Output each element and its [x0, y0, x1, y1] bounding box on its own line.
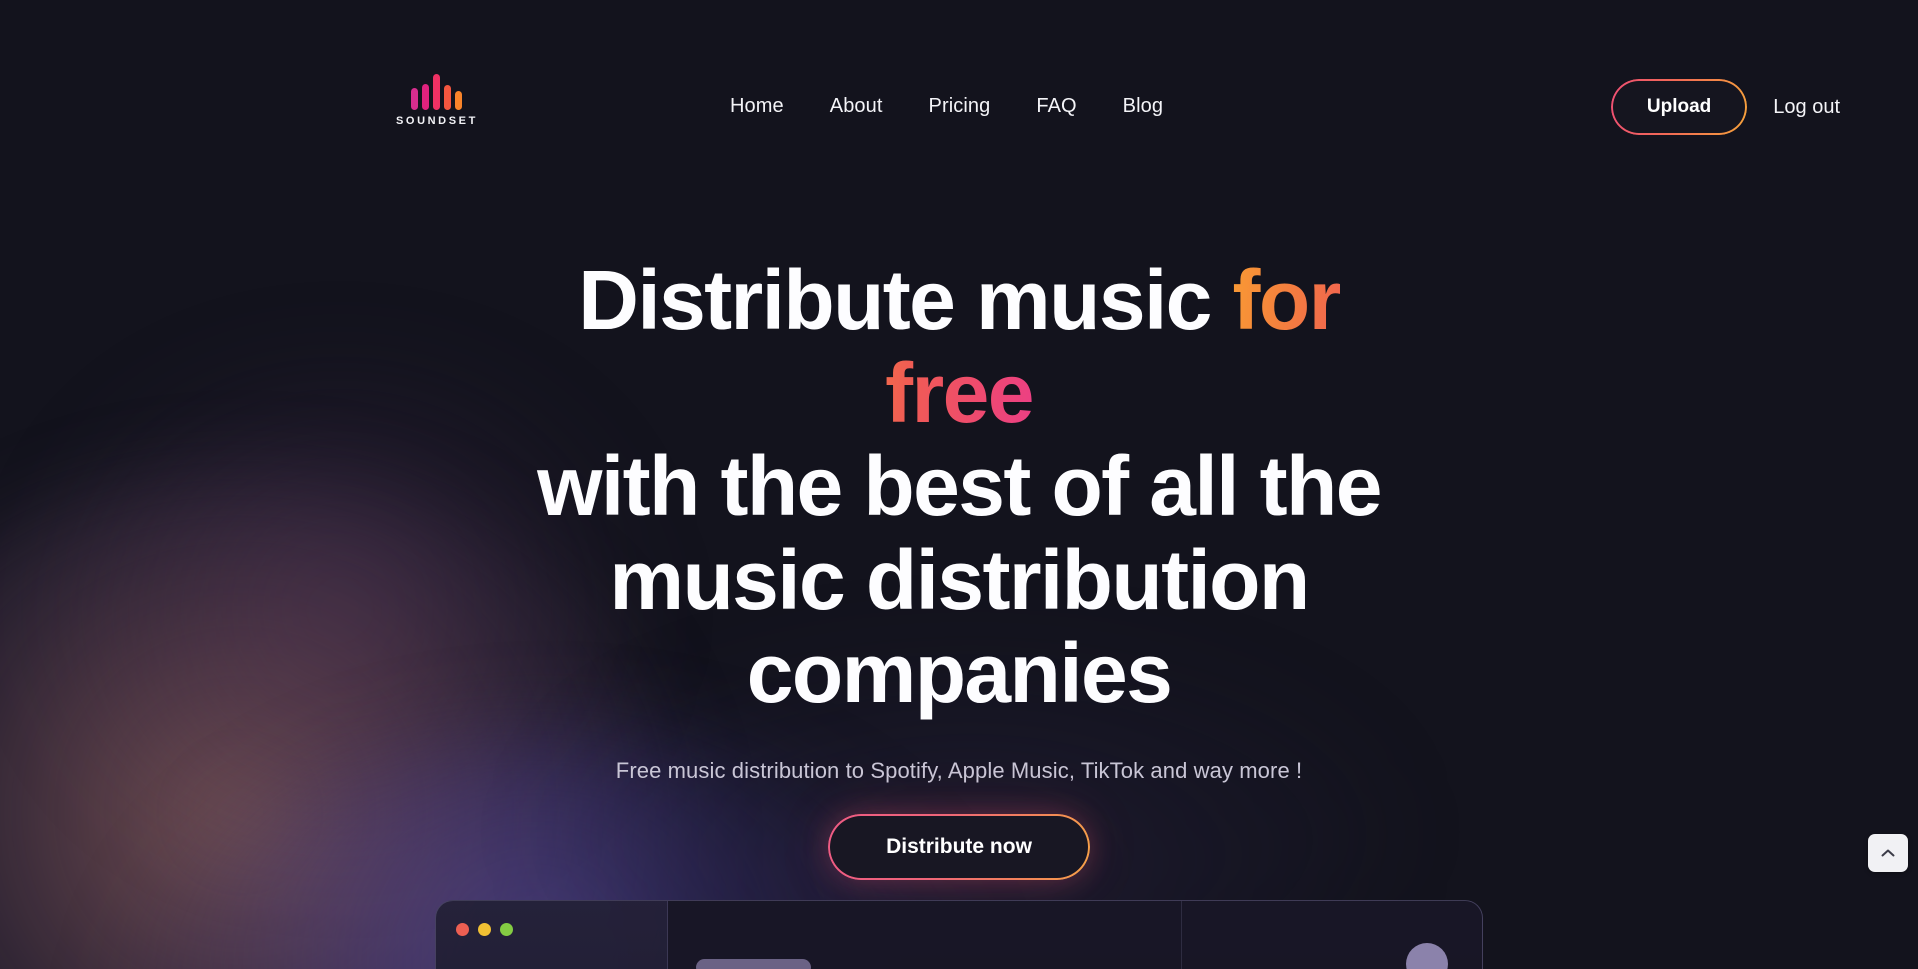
minimize-dot-icon[interactable]	[478, 923, 491, 936]
waveform-bar	[455, 91, 463, 110]
nav-item-about[interactable]: About	[830, 95, 883, 118]
chevron-up-icon	[1881, 848, 1895, 858]
mockup-right-panel	[1182, 901, 1482, 969]
waveform-bar	[444, 85, 452, 110]
auth-actions: Upload Log out	[1612, 81, 1840, 133]
nav-item-pricing[interactable]: Pricing	[929, 95, 991, 118]
brand-name: SOUNDSET	[396, 115, 478, 127]
nav-item-faq[interactable]: FAQ	[1036, 95, 1076, 118]
nav-item-home[interactable]: Home	[730, 95, 784, 118]
headline-line-4: companies	[746, 625, 1173, 720]
scroll-to-top-button[interactable]	[1868, 834, 1908, 873]
mockup-main	[668, 901, 1482, 969]
logout-link[interactable]: Log out	[1773, 96, 1840, 119]
upload-button[interactable]: Upload	[1612, 81, 1746, 133]
headline-line-3: music distribution	[609, 532, 1310, 627]
window-traffic-lights	[456, 923, 647, 936]
mockup-sidebar	[436, 901, 668, 969]
nav-item-blog[interactable]: Blog	[1123, 95, 1163, 118]
page-root: SOUNDSET Home About Pricing FAQ Blog Upl…	[0, 0, 1918, 969]
app-window-mockup	[435, 900, 1483, 969]
waveform-bar	[422, 84, 430, 110]
maximize-dot-icon[interactable]	[500, 923, 513, 936]
headline-line-1-plain: Distribute music	[578, 253, 1233, 347]
hero-cta-wrapper: Distribute now	[0, 816, 1918, 879]
hero-subtitle: Free music distribution to Spotify, Appl…	[615, 758, 1303, 784]
waveform-icon	[411, 74, 463, 110]
close-dot-icon[interactable]	[456, 923, 469, 936]
waveform-bar	[433, 74, 441, 110]
waveform-bar	[411, 88, 419, 110]
hero-headline: Distribute music for free with the best …	[499, 253, 1419, 720]
skeleton-bar	[696, 959, 811, 969]
hero-section: Distribute music for free with the best …	[0, 176, 1918, 879]
avatar	[1406, 943, 1448, 969]
brand-logo[interactable]: SOUNDSET	[396, 74, 478, 127]
headline-line-2: with the best of all the	[537, 439, 1382, 534]
mockup-body	[436, 901, 1482, 969]
site-header: SOUNDSET Home About Pricing FAQ Blog Upl…	[0, 0, 1918, 176]
mockup-column	[668, 901, 1182, 969]
distribute-now-button[interactable]: Distribute now	[830, 816, 1088, 879]
main-nav: Home About Pricing FAQ Blog	[730, 95, 1163, 118]
